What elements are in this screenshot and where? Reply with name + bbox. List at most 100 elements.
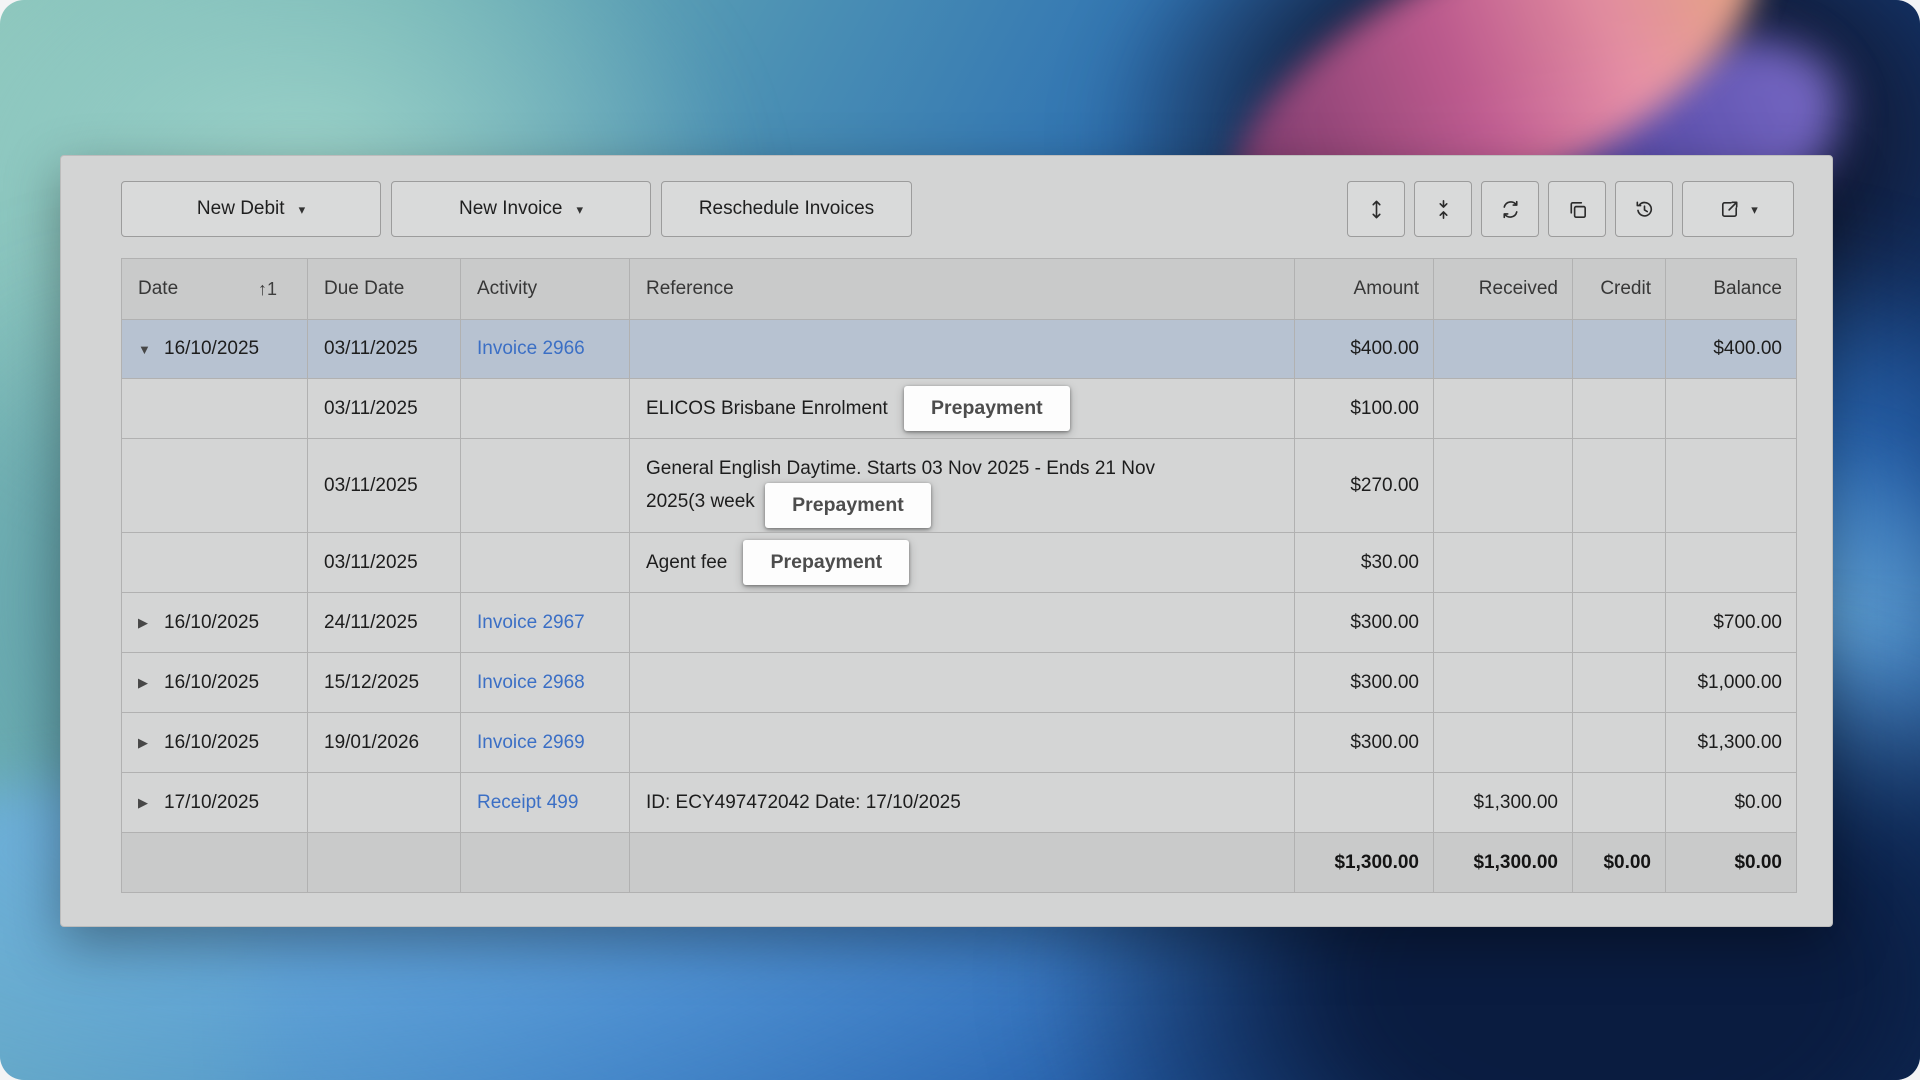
expand-row-icon[interactable]: ▶ [138, 615, 164, 631]
row-received [1434, 533, 1573, 593]
column-header-activity[interactable]: Activity [461, 259, 630, 320]
row-due-date: 03/11/2025 [308, 533, 461, 593]
row-invoice-2966[interactable]: ▼ 16/10/2025 03/11/2025 Invoice 2966 $40… [122, 320, 1797, 379]
row-invoice-2968[interactable]: ▶ 16/10/2025 15/12/2025 Invoice 2968 $30… [122, 653, 1797, 713]
sort-ascending-icon: ↑1 [258, 279, 277, 300]
row-date: 16/10/2025 [164, 338, 259, 360]
row-credit [1573, 713, 1666, 773]
new-debit-button[interactable]: New Debit ▾ [121, 181, 381, 237]
row-due-date: 03/11/2025 [308, 320, 461, 379]
row-amount: $400.00 [1295, 320, 1434, 379]
reschedule-invoices-button[interactable]: Reschedule Invoices [661, 181, 912, 237]
prepayment-badge[interactable]: Prepayment [743, 540, 909, 585]
new-invoice-button[interactable]: New Invoice ▾ [391, 181, 651, 237]
row-balance: $400.00 [1666, 320, 1797, 379]
row-receipt-499[interactable]: ▶ 17/10/2025 Receipt 499 ID: ECY49747204… [122, 773, 1797, 833]
expand-all-button[interactable] [1347, 181, 1405, 237]
row-line-item-agent-fee[interactable]: 03/11/2025 Agent fee Prepayment $30.00 [122, 533, 1797, 593]
new-debit-label: New Debit [197, 198, 285, 220]
column-header-balance[interactable]: Balance [1666, 259, 1797, 320]
row-invoice-2969[interactable]: ▶ 16/10/2025 19/01/2026 Invoice 2969 $30… [122, 713, 1797, 773]
total-balance: $0.00 [1666, 833, 1797, 893]
expand-all-icon [1365, 198, 1388, 221]
row-reference [630, 593, 1295, 653]
expand-row-icon[interactable]: ▶ [138, 735, 164, 751]
column-header-credit[interactable]: Credit [1573, 259, 1666, 320]
column-header-date[interactable]: Date ↑1 [122, 259, 308, 320]
total-received: $1,300.00 [1434, 833, 1573, 893]
row-due-date [308, 773, 461, 833]
row-balance [1666, 533, 1797, 593]
row-received: $1,300.00 [1434, 773, 1573, 833]
row-amount: $270.00 [1295, 439, 1434, 533]
receipt-499-link[interactable]: Receipt 499 [477, 792, 578, 813]
history-button[interactable] [1615, 181, 1673, 237]
row-totals: $1,300.00 $1,300.00 $0.00 $0.00 [122, 833, 1797, 893]
copy-button[interactable] [1548, 181, 1606, 237]
row-received [1434, 379, 1573, 439]
copy-icon [1566, 198, 1589, 221]
row-amount: $100.00 [1295, 379, 1434, 439]
row-reference: Agent fee [646, 552, 727, 574]
row-due-date: 24/11/2025 [308, 593, 461, 653]
row-line-item-general-english[interactable]: 03/11/2025 General English Daytime. Star… [122, 439, 1797, 533]
prepayment-badge[interactable]: Prepayment [904, 386, 1070, 431]
collapse-all-button[interactable] [1414, 181, 1472, 237]
row-credit [1573, 379, 1666, 439]
total-amount: $1,300.00 [1295, 833, 1434, 893]
expand-row-icon[interactable]: ▶ [138, 795, 164, 811]
row-amount: $300.00 [1295, 713, 1434, 773]
row-balance: $1,000.00 [1666, 653, 1797, 713]
row-credit [1573, 653, 1666, 713]
row-invoice-2967[interactable]: ▶ 16/10/2025 24/11/2025 Invoice 2967 $30… [122, 593, 1797, 653]
row-credit [1573, 773, 1666, 833]
row-line-item-elicos[interactable]: 03/11/2025 ELICOS Brisbane Enrolment Pre… [122, 379, 1797, 439]
total-credit: $0.00 [1573, 833, 1666, 893]
collapse-all-icon [1432, 198, 1455, 221]
prepayment-badge[interactable]: Prepayment [765, 483, 931, 528]
row-received [1434, 593, 1573, 653]
row-received [1434, 320, 1573, 379]
invoice-2967-link[interactable]: Invoice 2967 [477, 612, 585, 633]
row-date: 17/10/2025 [164, 792, 259, 814]
row-date: 16/10/2025 [164, 672, 259, 694]
row-balance [1666, 379, 1797, 439]
refresh-icon [1499, 198, 1522, 221]
row-reference: ELICOS Brisbane Enrolment [646, 398, 888, 420]
invoice-2969-link[interactable]: Invoice 2969 [477, 732, 585, 753]
column-header-due-date[interactable]: Due Date [308, 259, 461, 320]
toolbar: New Debit ▾ New Invoice ▾ Reschedule Inv… [121, 181, 1794, 237]
row-received [1434, 439, 1573, 533]
row-reference [630, 320, 1295, 379]
chevron-down-icon: ▾ [299, 203, 306, 216]
new-invoice-label: New Invoice [459, 198, 563, 220]
row-balance: $700.00 [1666, 593, 1797, 653]
row-credit [1573, 320, 1666, 379]
row-due-date: 15/12/2025 [308, 653, 461, 713]
column-header-received[interactable]: Received [1434, 259, 1573, 320]
reschedule-invoices-label: Reschedule Invoices [699, 198, 874, 220]
invoice-2966-link[interactable]: Invoice 2966 [477, 338, 585, 359]
row-reference [630, 713, 1295, 773]
row-credit [1573, 439, 1666, 533]
column-header-amount[interactable]: Amount [1295, 259, 1434, 320]
row-credit [1573, 593, 1666, 653]
expand-row-icon[interactable]: ▶ [138, 675, 164, 691]
row-amount [1295, 773, 1434, 833]
row-reference [630, 653, 1295, 713]
column-header-reference[interactable]: Reference [630, 259, 1295, 320]
row-received [1434, 653, 1573, 713]
collapse-row-icon[interactable]: ▼ [138, 342, 164, 357]
row-reference: ID: ECY497472042 Date: 17/10/2025 [630, 773, 1295, 833]
finance-ledger-panel: New Debit ▾ New Invoice ▾ Reschedule Inv… [60, 155, 1833, 927]
chevron-down-icon: ▾ [1751, 203, 1758, 216]
row-due-date: 03/11/2025 [308, 439, 461, 533]
row-amount: $300.00 [1295, 593, 1434, 653]
row-date: 16/10/2025 [164, 732, 259, 754]
refresh-button[interactable] [1481, 181, 1539, 237]
invoice-2968-link[interactable]: Invoice 2968 [477, 672, 585, 693]
table-header-row: Date ↑1 Due Date Activity Reference Amou… [122, 259, 1797, 320]
ledger-table: Date ↑1 Due Date Activity Reference Amou… [121, 258, 1797, 893]
export-button[interactable]: ▾ [1682, 181, 1794, 237]
row-balance [1666, 439, 1797, 533]
